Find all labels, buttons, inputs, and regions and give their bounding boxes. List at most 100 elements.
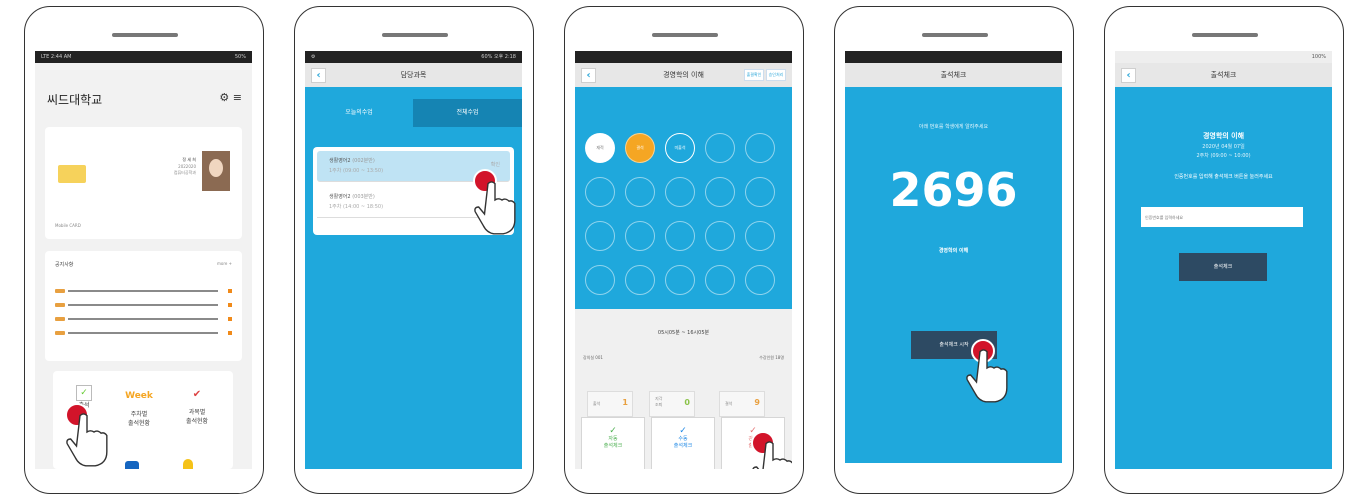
course-name: 경영학의 이해 [1202,132,1245,140]
course-name: 경영학의 이해 [938,248,969,254]
check-attendance-button[interactable]: 출석체크 [1179,253,1267,281]
auto-attendance-button[interactable]: ✓ 자동 출석체크 [581,417,645,469]
seat-circle[interactable]: 결석 [625,133,655,163]
class-info-left: 강의실 001 [583,355,603,360]
notice-more-link[interactable]: more + [217,261,232,266]
course-name: 생활영어2 (003분반) [329,194,375,200]
seat-circle[interactable] [745,221,775,251]
phone-step-4: 출석체크 아래 번호를 학생에게 알려주세요 2696 경영학의 이해 출석체크… [834,6,1074,494]
screen-main: LTE 2:44 AM 50% 씨드대학교 ⚙ ≡ 정 세 희 2022020 컴… [35,51,252,469]
student-id-card[interactable]: 정 세 희 2022020 컴퓨터공학과 Mobile CARD [45,127,242,239]
app-bar: ‹ 출석체크 [1115,63,1332,87]
check-icon: ✓ [76,385,92,401]
seat-circle[interactable] [585,177,615,207]
seat-circle[interactable] [665,265,695,295]
speaker-grille [382,33,448,37]
notice-item[interactable] [55,289,232,295]
stat-label: 지각 조퇴 [655,396,663,407]
check-icon: ✓ [679,426,687,436]
seat-circle[interactable] [665,177,695,207]
header-icons: ⚙ ≡ [219,91,242,104]
student-name: 정 세 희 [182,157,196,162]
class-period: 2주차 (09:00 ~ 10:00) [1196,153,1251,159]
stat-value: 9 [754,398,760,407]
status-bar [575,51,792,63]
status-left: LTE 2:44 AM [41,54,72,60]
student-photo [202,151,230,191]
seat-circle[interactable]: 미출석 [665,133,695,163]
seat-circle[interactable] [585,265,615,295]
stat-present: 출석 1 [587,391,633,417]
chart-icon: ✔ [192,389,202,400]
pointing-hand-icon [966,349,1008,403]
instruction-text: 인증번호를 입력해 출석체크 버튼을 눌러주세요 [1174,174,1273,180]
seat-circle[interactable] [665,221,695,251]
notice-item[interactable] [55,331,232,337]
seat-circle[interactable] [705,265,735,295]
student-department: 컴퓨터공학과 [173,170,196,175]
app-bar: ‹ 경영학의 이해 출결확인 승인처리 [575,63,792,87]
gear-icon[interactable]: ⚙ [219,91,229,104]
card-footer: Mobile CARD [55,223,81,228]
approve-button[interactable]: 승인처리 [766,69,786,81]
back-arrow-icon[interactable]: ‹ [1121,68,1136,83]
content-area [845,87,1062,463]
seat-circle[interactable] [585,221,615,251]
cap-icon [125,461,139,469]
back-arrow-icon[interactable]: ‹ [311,68,326,83]
seat-circle[interactable] [745,133,775,163]
phone-step-1: LTE 2:44 AM 50% 씨드대학교 ⚙ ≡ 정 세 희 2022020 컴… [24,6,264,494]
phone-step-2: ⚙ 60% 오후 2:18 ‹ 담당과목 오늘의수업 전체수업 생활영어2 (00… [294,6,534,494]
notice-panel: 공지사항 more + [45,251,242,361]
seat-circle[interactable] [625,265,655,295]
status-bar [845,51,1062,63]
course-time: 1주차 (09:00 ~ 13:50) [329,168,384,174]
seat-circle[interactable] [705,221,735,251]
screen-course-list: ⚙ 60% 오후 2:18 ‹ 담당과목 오늘의수업 전체수업 생활영어2 (00… [305,51,522,469]
phone-step-3: ‹ 경영학의 이해 출결확인 승인처리 재적 결석 미출석 05시05분 ~ 16시… [564,6,804,494]
instruction-text: 아래 번호를 학생에게 알려주세요 [918,124,989,130]
card-chip [58,165,86,183]
stat-label: 출석 [593,401,601,406]
bell-icon [183,459,193,469]
auth-code-input[interactable] [1141,207,1303,227]
screen-attendance-grid: ‹ 경영학의 이해 출결확인 승인처리 재적 결석 미출석 05시05분 ~ 16시… [575,51,792,469]
seat-circle[interactable] [625,177,655,207]
speaker-grille [652,33,718,37]
app-bar: ‹ 담당과목 [305,63,522,87]
menu-icon[interactable]: ≡ [233,91,242,104]
seat-circle[interactable]: 재적 [585,133,615,163]
menu-course-attendance[interactable]: ✔ 과목별 출석현황 [177,381,217,435]
action-label: 자동 출석체크 [603,436,623,449]
notice-title: 공지사항 [55,262,74,268]
notice-item[interactable] [55,303,232,309]
status-bar: LTE 2:44 AM 50% [35,51,252,63]
page-title: 경영학의 이해 [663,71,704,79]
page-title: 담당과목 [400,71,427,79]
pointing-hand-icon [66,413,108,467]
stat-late: 지각 조퇴 0 [649,391,695,417]
seat-circle[interactable] [625,221,655,251]
seat-circle[interactable] [705,177,735,207]
speaker-grille [922,33,988,37]
speaker-grille [112,33,178,37]
course-tag: 확인 [490,162,500,168]
attendance-code: 2696 [889,163,1018,217]
manual-attendance-button[interactable]: ✓ 수동 출석체크 [651,417,715,469]
phone-step-5: 100% ‹ 출석체크 경영학의 이해 2020년 04월 07일 2주차 (0… [1104,6,1344,494]
seat-circle[interactable] [745,177,775,207]
action-label: 수동 출석체크 [673,436,693,449]
bottom-strip [845,463,1062,469]
notice-item[interactable] [55,317,232,323]
check-icon: ✓ [609,426,617,436]
tab-all[interactable]: 전체수업 [413,99,522,127]
seat-circle[interactable] [705,133,735,163]
seat-circle[interactable] [745,265,775,295]
back-arrow-icon[interactable]: ‹ [581,68,596,83]
status-bar: ⚙ 60% 오후 2:18 [305,51,522,63]
tab-today[interactable]: 오늘의수업 [305,99,413,127]
class-date: 2020년 04월 07일 [1202,144,1245,150]
check-status-button[interactable]: 출결확인 [744,69,764,81]
tab-bar: 오늘의수업 전체수업 [305,99,522,127]
menu-weekly-attendance[interactable]: Week 주차별 출석현황 [119,383,159,437]
